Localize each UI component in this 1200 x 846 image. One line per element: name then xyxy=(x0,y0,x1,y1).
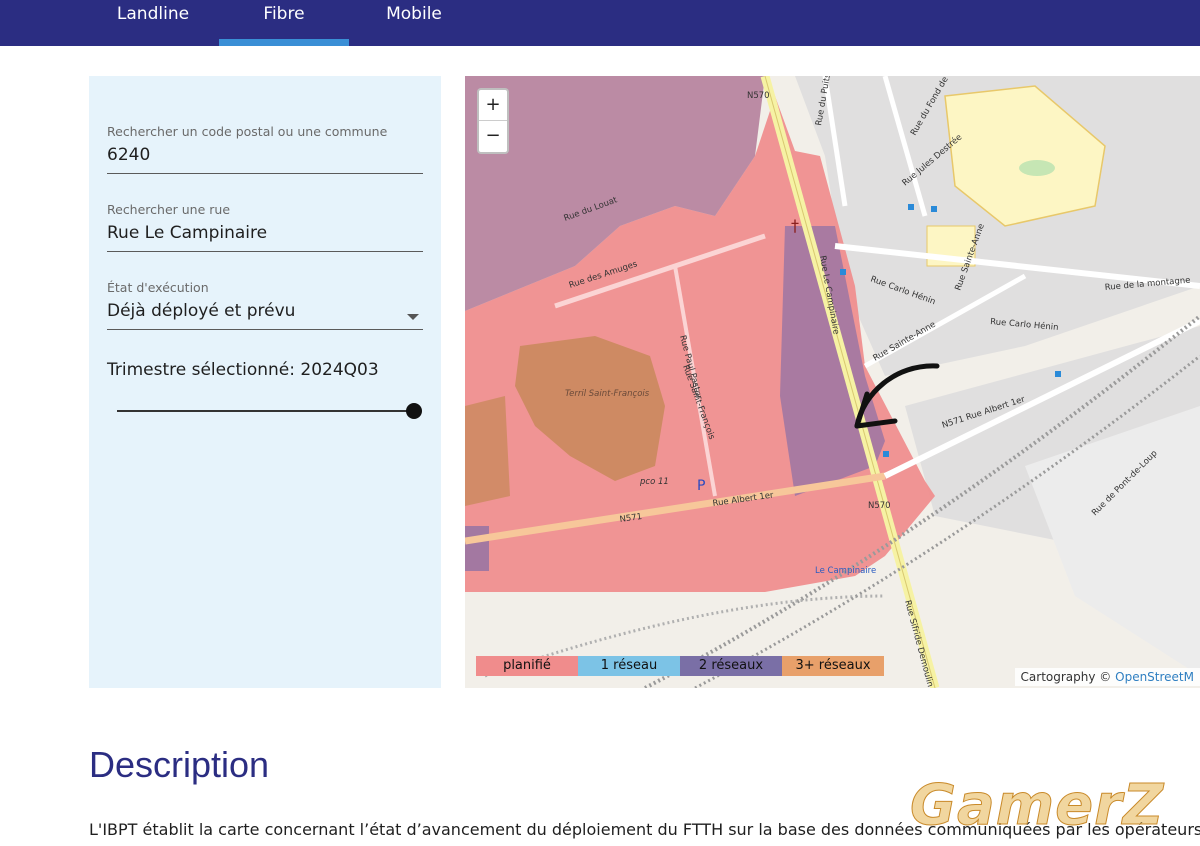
description-title: Description xyxy=(89,744,270,785)
map-canvas[interactable]: † P N570 Rue du Puits Rue du Fond de la … xyxy=(465,76,1200,688)
street-search-label: Rechercher une rue xyxy=(107,202,231,217)
label-le-campinaire: Le Campinaire xyxy=(815,566,876,576)
filter-panel: Rechercher un code postal ou une commune… xyxy=(89,76,441,688)
chevron-down-icon[interactable] xyxy=(407,314,419,320)
map-attribution: Cartography © OpenStreetM xyxy=(1014,668,1200,686)
status-select-underline xyxy=(107,329,423,330)
postal-search-field[interactable]: Rechercher un code postal ou une commune… xyxy=(107,124,423,174)
quarter-slider-track[interactable] xyxy=(117,410,415,412)
status-select[interactable]: Déjà déployé et prévu xyxy=(107,301,423,321)
zoom-in-button[interactable]: + xyxy=(479,90,507,121)
legend-one-network: 1 réseau xyxy=(578,656,680,676)
poi-marker xyxy=(840,269,846,275)
street-search-input[interactable]: Rue Le Campinaire xyxy=(107,223,423,243)
attribution-link[interactable]: OpenStreetM xyxy=(1115,670,1194,684)
coverage-map[interactable]: † P N570 Rue du Puits Rue du Fond de la … xyxy=(465,76,1200,688)
street-search-field[interactable]: Rechercher une rue Rue Le Campinaire xyxy=(107,202,423,252)
poi-marker xyxy=(883,451,889,457)
green-field xyxy=(1019,160,1055,176)
attribution-text: Cartography © xyxy=(1020,670,1116,684)
top-nav: Landline Fibre Mobile xyxy=(0,0,1200,46)
coverage-two-networks-west xyxy=(465,526,489,571)
postal-search-underline xyxy=(107,173,423,174)
legend-three-networks: 3+ réseaux xyxy=(782,656,884,676)
label-terril: Terril Saint-François xyxy=(565,389,650,399)
postal-search-input[interactable]: 6240 xyxy=(107,145,423,165)
status-select-field[interactable]: État d'exécution Déjà déployé et prévu xyxy=(107,280,423,330)
map-legend: planifié 1 réseau 2 réseaux 3+ réseaux xyxy=(476,656,884,676)
quarter-slider-thumb[interactable] xyxy=(406,403,422,419)
street-search-underline xyxy=(107,251,423,252)
parking-icon: P xyxy=(697,478,705,494)
zoom-control: + − xyxy=(477,88,509,154)
label-n570-top: N570 xyxy=(747,91,770,101)
church-icon: † xyxy=(791,216,799,235)
tab-mobile[interactable]: Mobile xyxy=(349,0,479,46)
legend-planned: planifié xyxy=(476,656,578,676)
status-select-label: État d'exécution xyxy=(107,280,209,295)
coverage-three-networks-west xyxy=(465,396,510,506)
poi-marker xyxy=(931,206,937,212)
tab-fibre[interactable]: Fibre xyxy=(219,0,349,46)
legend-two-networks: 2 réseaux xyxy=(680,656,782,676)
tab-landline[interactable]: Landline xyxy=(88,0,218,46)
label-n570: N570 xyxy=(868,501,891,511)
postal-search-label: Rechercher un code postal ou une commune xyxy=(107,124,388,139)
watermark-logo: GamerZ xyxy=(909,773,1165,839)
zoom-out-button[interactable]: − xyxy=(479,121,507,152)
poi-marker xyxy=(1055,371,1061,377)
label-pco: pco 11 xyxy=(639,477,669,487)
quarter-label: Trimestre sélectionné: 2024Q03 xyxy=(107,360,379,380)
poi-marker xyxy=(908,204,914,210)
